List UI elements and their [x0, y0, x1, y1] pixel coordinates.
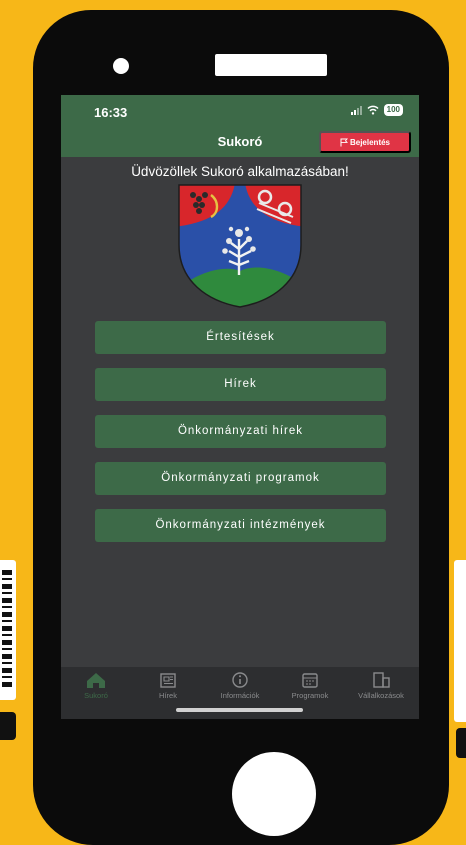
tab-businesses-label: Vállalkozások — [358, 691, 404, 700]
menu-button-municipal-institutions[interactable]: Önkormányzati intézmények — [95, 509, 386, 542]
app-header: 16:33 100 Sukoró Bejelentés — [61, 95, 419, 157]
menu-button-municipal-programs[interactable]: Önkormányzati programok — [95, 462, 386, 495]
qr-code-fragment-right — [454, 560, 466, 722]
app-screen: 16:33 100 Sukoró Bejelentés Üdvözöllek S… — [61, 95, 419, 719]
battery-indicator: 100 — [383, 104, 403, 116]
coat-of-arms-logo — [178, 184, 302, 308]
tab-info-label: Információk — [220, 691, 260, 700]
phone-home-button[interactable] — [232, 752, 316, 836]
tab-news[interactable]: Hírek — [133, 671, 203, 700]
decorative-label-left — [0, 712, 16, 740]
decorative-label-right — [456, 728, 466, 758]
phone-speaker — [215, 54, 327, 76]
flag-icon — [340, 138, 348, 146]
tab-programs-label: Programok — [291, 691, 329, 700]
wifi-icon — [367, 105, 379, 115]
tab-news-label: Hírek — [159, 691, 177, 700]
info-icon — [232, 672, 248, 688]
building-icon — [373, 672, 390, 688]
menu-button-municipal-news[interactable]: Önkormányzati hírek — [95, 415, 386, 448]
tab-programs[interactable]: Programok — [275, 671, 345, 700]
newspaper-icon — [160, 673, 176, 688]
report-button[interactable]: Bejelentés — [319, 131, 411, 153]
menu-button-news[interactable]: Hírek — [95, 368, 386, 401]
welcome-heading: Üdvözöllek Sukoró alkalmazásában! — [131, 164, 349, 179]
tab-sukoro[interactable]: Sukoró — [61, 671, 131, 700]
qr-code-fragment — [0, 560, 16, 700]
tab-businesses[interactable]: Vállalkozások — [346, 671, 416, 700]
calendar-icon — [302, 673, 318, 688]
report-button-label: Bejelentés — [349, 137, 391, 147]
status-icons: 100 — [350, 104, 403, 116]
phone-camera — [113, 58, 129, 74]
home-indicator[interactable] — [176, 708, 303, 712]
tab-info[interactable]: Információk — [205, 671, 275, 700]
signal-icon — [350, 105, 362, 115]
home-icon — [87, 673, 105, 688]
status-time: 16:33 — [94, 105, 128, 120]
tab-sukoro-label: Sukoró — [84, 691, 108, 700]
menu-button-notifications[interactable]: Értesítések — [95, 321, 386, 354]
